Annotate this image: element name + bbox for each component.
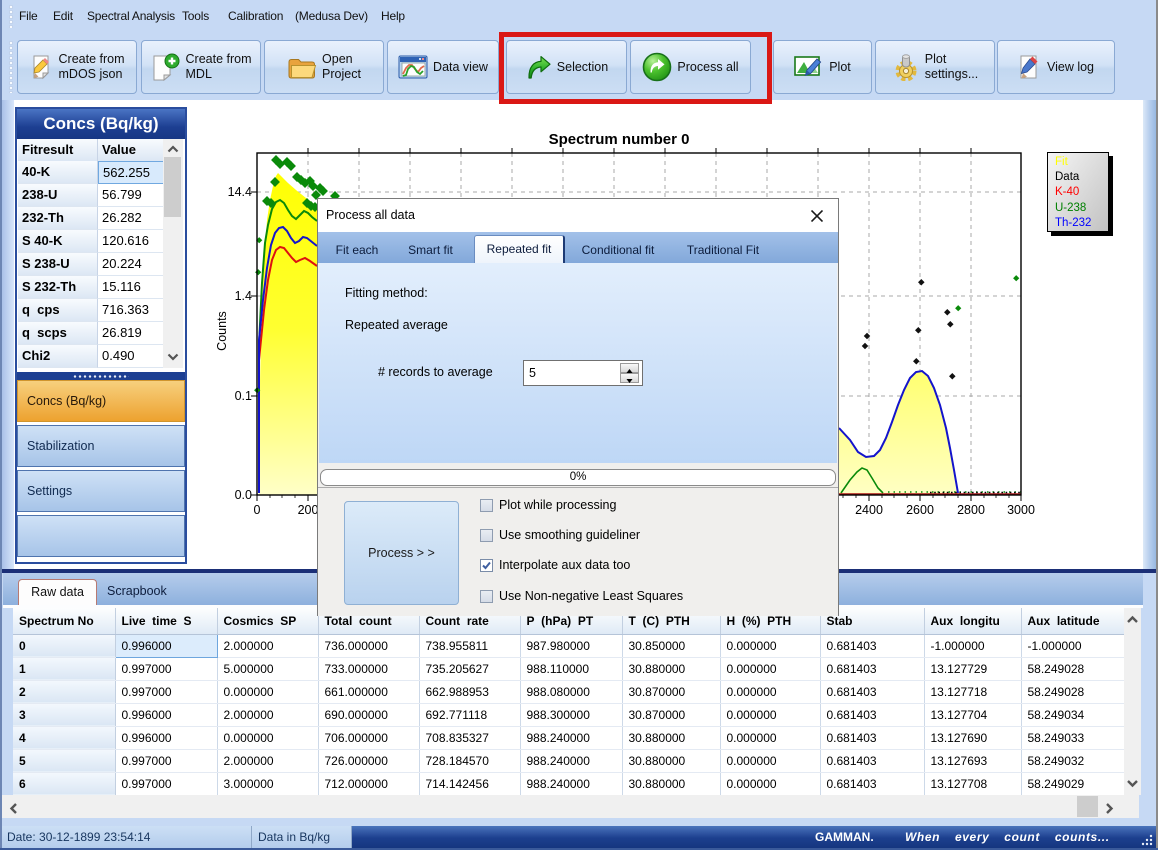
svg-text:14.4: 14.4 — [228, 185, 252, 199]
svg-text:0: 0 — [254, 503, 261, 517]
svg-text:Spectrum number 0: Spectrum number 0 — [549, 131, 690, 148]
svg-text:3000: 3000 — [1007, 503, 1035, 517]
svg-text:0.1: 0.1 — [235, 389, 252, 403]
svg-text:2800: 2800 — [957, 503, 985, 517]
svg-text:2400: 2400 — [855, 503, 883, 517]
svg-text:Counts: Counts — [215, 311, 229, 351]
svg-text:1.4: 1.4 — [235, 289, 252, 303]
svg-text:2600: 2600 — [906, 503, 934, 517]
svg-text:200: 200 — [298, 503, 319, 517]
svg-text:0.0: 0.0 — [235, 488, 252, 502]
